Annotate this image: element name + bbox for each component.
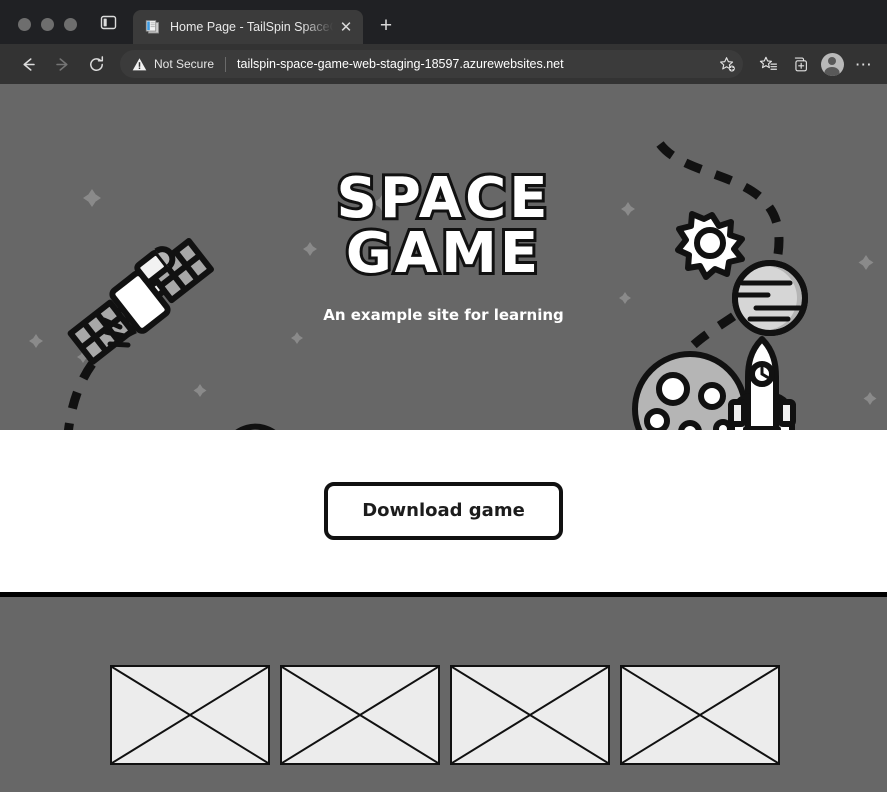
broken-image-placeholder[interactable] <box>450 665 610 765</box>
gallery-row <box>0 665 887 765</box>
hero-subtitle: An example site for learning <box>323 305 564 324</box>
title-bar: Home Page - TailSpin SpaceGa ✕ + <box>0 0 887 44</box>
tab-list-icon[interactable] <box>93 7 123 37</box>
cta-section: Download game <box>0 430 887 592</box>
gallery-section <box>0 597 887 792</box>
broken-image-placeholder[interactable] <box>280 665 440 765</box>
address-bar[interactable]: Not Secure tailspin-space-game-web-stagi… <box>120 50 743 78</box>
hero-title-line1: SPACE <box>334 166 551 231</box>
window-controls <box>0 18 91 44</box>
close-window-button[interactable] <box>18 18 31 31</box>
browser-toolbar: Not Secure tailspin-space-game-web-stagi… <box>0 44 887 84</box>
avatar <box>820 52 844 76</box>
new-tab-button[interactable]: + <box>371 10 401 40</box>
forward-button[interactable] <box>46 48 78 80</box>
broken-image-placeholder[interactable] <box>620 665 780 765</box>
collections-icon[interactable] <box>785 49 815 79</box>
warning-triangle-icon <box>132 57 147 72</box>
browser-tab[interactable]: Home Page - TailSpin SpaceGa ✕ <box>133 10 363 44</box>
broken-image-placeholder[interactable] <box>110 665 270 765</box>
add-favorite-star-icon[interactable] <box>715 52 739 76</box>
profile-avatar-icon[interactable] <box>817 49 847 79</box>
page-stack-favicon <box>143 18 161 36</box>
back-button[interactable] <box>12 48 44 80</box>
hero-title-line2: GAME <box>343 220 542 286</box>
minimize-window-button[interactable] <box>41 18 54 31</box>
reload-button[interactable] <box>80 48 112 80</box>
close-tab-button[interactable]: ✕ <box>335 16 357 38</box>
hero-text-block: SPACE GAME An example site for learning <box>0 166 887 324</box>
settings-and-more-icon[interactable]: ⋯ <box>849 49 879 79</box>
favorites-list-icon[interactable] <box>753 49 783 79</box>
url-text[interactable]: tailspin-space-game-web-staging-18597.az… <box>237 57 711 71</box>
ellipsis-glyph: ⋯ <box>854 54 874 74</box>
security-status-label: Not Secure <box>154 57 215 71</box>
tab-title: Home Page - TailSpin SpaceGa <box>170 20 335 34</box>
maximize-window-button[interactable] <box>64 18 77 31</box>
download-game-button[interactable]: Download game <box>324 482 563 540</box>
hero-banner: SPACE GAME An example site for learning <box>0 84 887 430</box>
page-content: SPACE GAME An example site for learning … <box>0 84 887 792</box>
browser-window: Home Page - TailSpin SpaceGa ✕ + Not Sec… <box>0 0 887 792</box>
omnibox-separator <box>225 56 227 72</box>
